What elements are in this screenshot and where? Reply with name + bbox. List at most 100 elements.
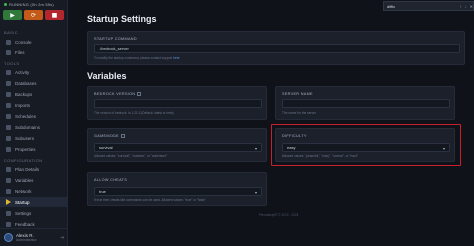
sidebar-item-label: Network — [15, 188, 32, 194]
sidebar-item-label: Plan Details — [15, 166, 40, 172]
startup-command-label: STARTUP COMMAND — [94, 37, 137, 41]
sidebar-item-imports[interactable]: Imports — [0, 100, 68, 110]
stop-button[interactable]: ■ — [45, 10, 64, 20]
find-bar: diffic ↑ ↓ ✕ — [383, 1, 474, 11]
sidebar-item-properties[interactable]: Properties — [0, 144, 68, 154]
variables-title: Variables — [87, 71, 127, 81]
sidebar-item-startup[interactable]: Startup — [0, 197, 68, 207]
archive-icon — [6, 91, 11, 97]
startup-command-help: To modify the startup command, please co… — [94, 56, 180, 60]
sidebar-item-label: Console — [15, 39, 32, 45]
server-status: RUNNING (0h 2m 59s) — [4, 1, 66, 7]
chevron-down-icon: ▾ — [254, 146, 257, 151]
allow-cheats-select[interactable]: true ▾ — [94, 187, 262, 196]
gear-icon — [6, 210, 11, 216]
find-next-button[interactable]: ↓ — [465, 4, 467, 9]
lock-icon — [120, 134, 125, 138]
main-content: Startup Settings STARTUP COMMAND ./bedro… — [69, 0, 474, 246]
activity-icon — [6, 69, 11, 75]
variable-card-allow-cheats: ALLOW CHEATS true ▾ If true then cheats l… — [87, 172, 267, 206]
sidebar-item-label: Variables — [15, 177, 34, 183]
sidebar-item-subdomains[interactable]: Subdomains — [0, 122, 68, 132]
sidebar-item-label: Backups — [15, 91, 33, 97]
code-icon — [6, 177, 11, 183]
clock-icon — [6, 113, 11, 119]
sidebar-item-activity[interactable]: Activity — [0, 67, 68, 77]
globe-icon — [6, 124, 11, 130]
find-prev-button[interactable]: ↑ — [460, 4, 462, 9]
bedrock-version-input[interactable] — [94, 99, 262, 108]
chevron-down-icon: ▾ — [254, 190, 257, 195]
variable-help: The name for the server — [282, 111, 317, 115]
select-value: true — [99, 189, 106, 194]
sidebar-item-databases[interactable]: Databases — [0, 78, 68, 88]
logout-icon[interactable]: ⇥ — [60, 235, 64, 241]
import-icon — [6, 102, 11, 108]
variable-label: ALLOW CHEATS — [94, 178, 128, 182]
find-input[interactable]: diffic — [387, 4, 457, 9]
sidebar-item-network[interactable]: Network — [0, 186, 68, 196]
variable-label-text: BEDROCK VERSION — [94, 92, 136, 96]
help-text: To modify the startup command, please co… — [94, 56, 173, 60]
sidebar-item-label: Activity — [15, 69, 30, 75]
sidebar-item-backups[interactable]: Backups — [0, 89, 68, 99]
startup-command-card: STARTUP COMMAND ./bedrock_server To modi… — [87, 31, 465, 65]
section-configuration: CONFIGURATION — [4, 158, 43, 163]
variable-help: Allowed values: "survival", "creative", … — [94, 154, 168, 158]
info-icon — [6, 166, 11, 172]
variable-card-server-name: SERVER NAME The name for the server — [275, 86, 455, 120]
sidebar-item-variables[interactable]: Variables — [0, 175, 68, 185]
sidebar-item-label: Databases — [15, 80, 37, 86]
status-dot-icon — [4, 2, 7, 6]
variable-label: BEDROCK VERSION — [94, 92, 142, 96]
sidebar-item-schedules[interactable]: Schedules — [0, 111, 68, 121]
avatar — [4, 233, 13, 242]
sidebar-item-console[interactable]: Console — [0, 37, 68, 47]
play-icon — [6, 199, 11, 205]
sidebar-item-label: Startup — [15, 199, 30, 205]
server-name-input[interactable] — [282, 99, 450, 108]
highlight-box — [271, 124, 461, 166]
startup-command-field[interactable]: ./bedrock_server — [94, 44, 460, 53]
message-icon — [6, 221, 11, 227]
variable-help: The version of bedrock. Is 1.21.3 (Defau… — [94, 111, 174, 115]
variable-label: GAMEMODE — [94, 134, 125, 138]
sidebar-item-files[interactable]: Files — [0, 47, 68, 57]
sidebar-item-settings[interactable]: Settings — [0, 208, 68, 218]
section-basic: BASIC — [4, 30, 19, 35]
support-link[interactable]: here — [173, 56, 179, 60]
section-tools: TOOLS — [4, 61, 20, 66]
power-controls: ▶ ⟳ ■ — [0, 6, 67, 20]
sidebar-item-label: Subusers — [15, 135, 35, 141]
variable-label: SERVER NAME — [282, 92, 313, 96]
sidebar-item-label: Imports — [15, 102, 31, 108]
sidebar: RUNNING (0h 2m 59s) ▶ ⟳ ■ BASIC Console … — [0, 0, 68, 246]
page-title: Startup Settings — [87, 14, 157, 24]
variable-label-text: GAMEMODE — [94, 134, 119, 138]
folder-icon — [6, 49, 11, 55]
sidebar-item-label: Schedules — [15, 113, 37, 119]
sidebar-item-subusers[interactable]: Subusers — [0, 133, 68, 143]
network-icon — [6, 188, 11, 194]
users-icon — [6, 135, 11, 141]
variable-help: If true then cheats like commands can be… — [94, 198, 206, 202]
sidebar-item-label: Subdomains — [15, 124, 41, 130]
find-close-button[interactable]: ✕ — [470, 4, 473, 9]
select-value: survival — [99, 145, 113, 150]
restart-button[interactable]: ⟳ — [24, 10, 43, 20]
sidebar-item-label: Files — [15, 49, 25, 55]
sliders-icon — [6, 146, 11, 152]
sidebar-item-label: Feedback — [15, 221, 35, 227]
sidebar-item-label: Settings — [15, 210, 32, 216]
lock-icon — [137, 92, 142, 96]
start-button[interactable]: ▶ — [3, 10, 22, 20]
sidebar-item-plan-details[interactable]: Plan Details — [0, 164, 68, 174]
status-text: RUNNING (0h 2m 59s) — [9, 1, 54, 7]
variable-card-gamemode: GAMEMODE survival ▾ Allowed values: "surv… — [87, 128, 267, 162]
gamemode-select[interactable]: survival ▾ — [94, 143, 262, 152]
database-icon — [6, 80, 11, 86]
variable-card-bedrock-version: BEDROCK VERSION The version of bedrock. … — [87, 86, 267, 120]
sidebar-item-label: Properties — [15, 146, 36, 152]
user-box[interactable]: Alexis R. Administrator ⇥ — [0, 228, 68, 246]
terminal-icon — [6, 39, 11, 45]
